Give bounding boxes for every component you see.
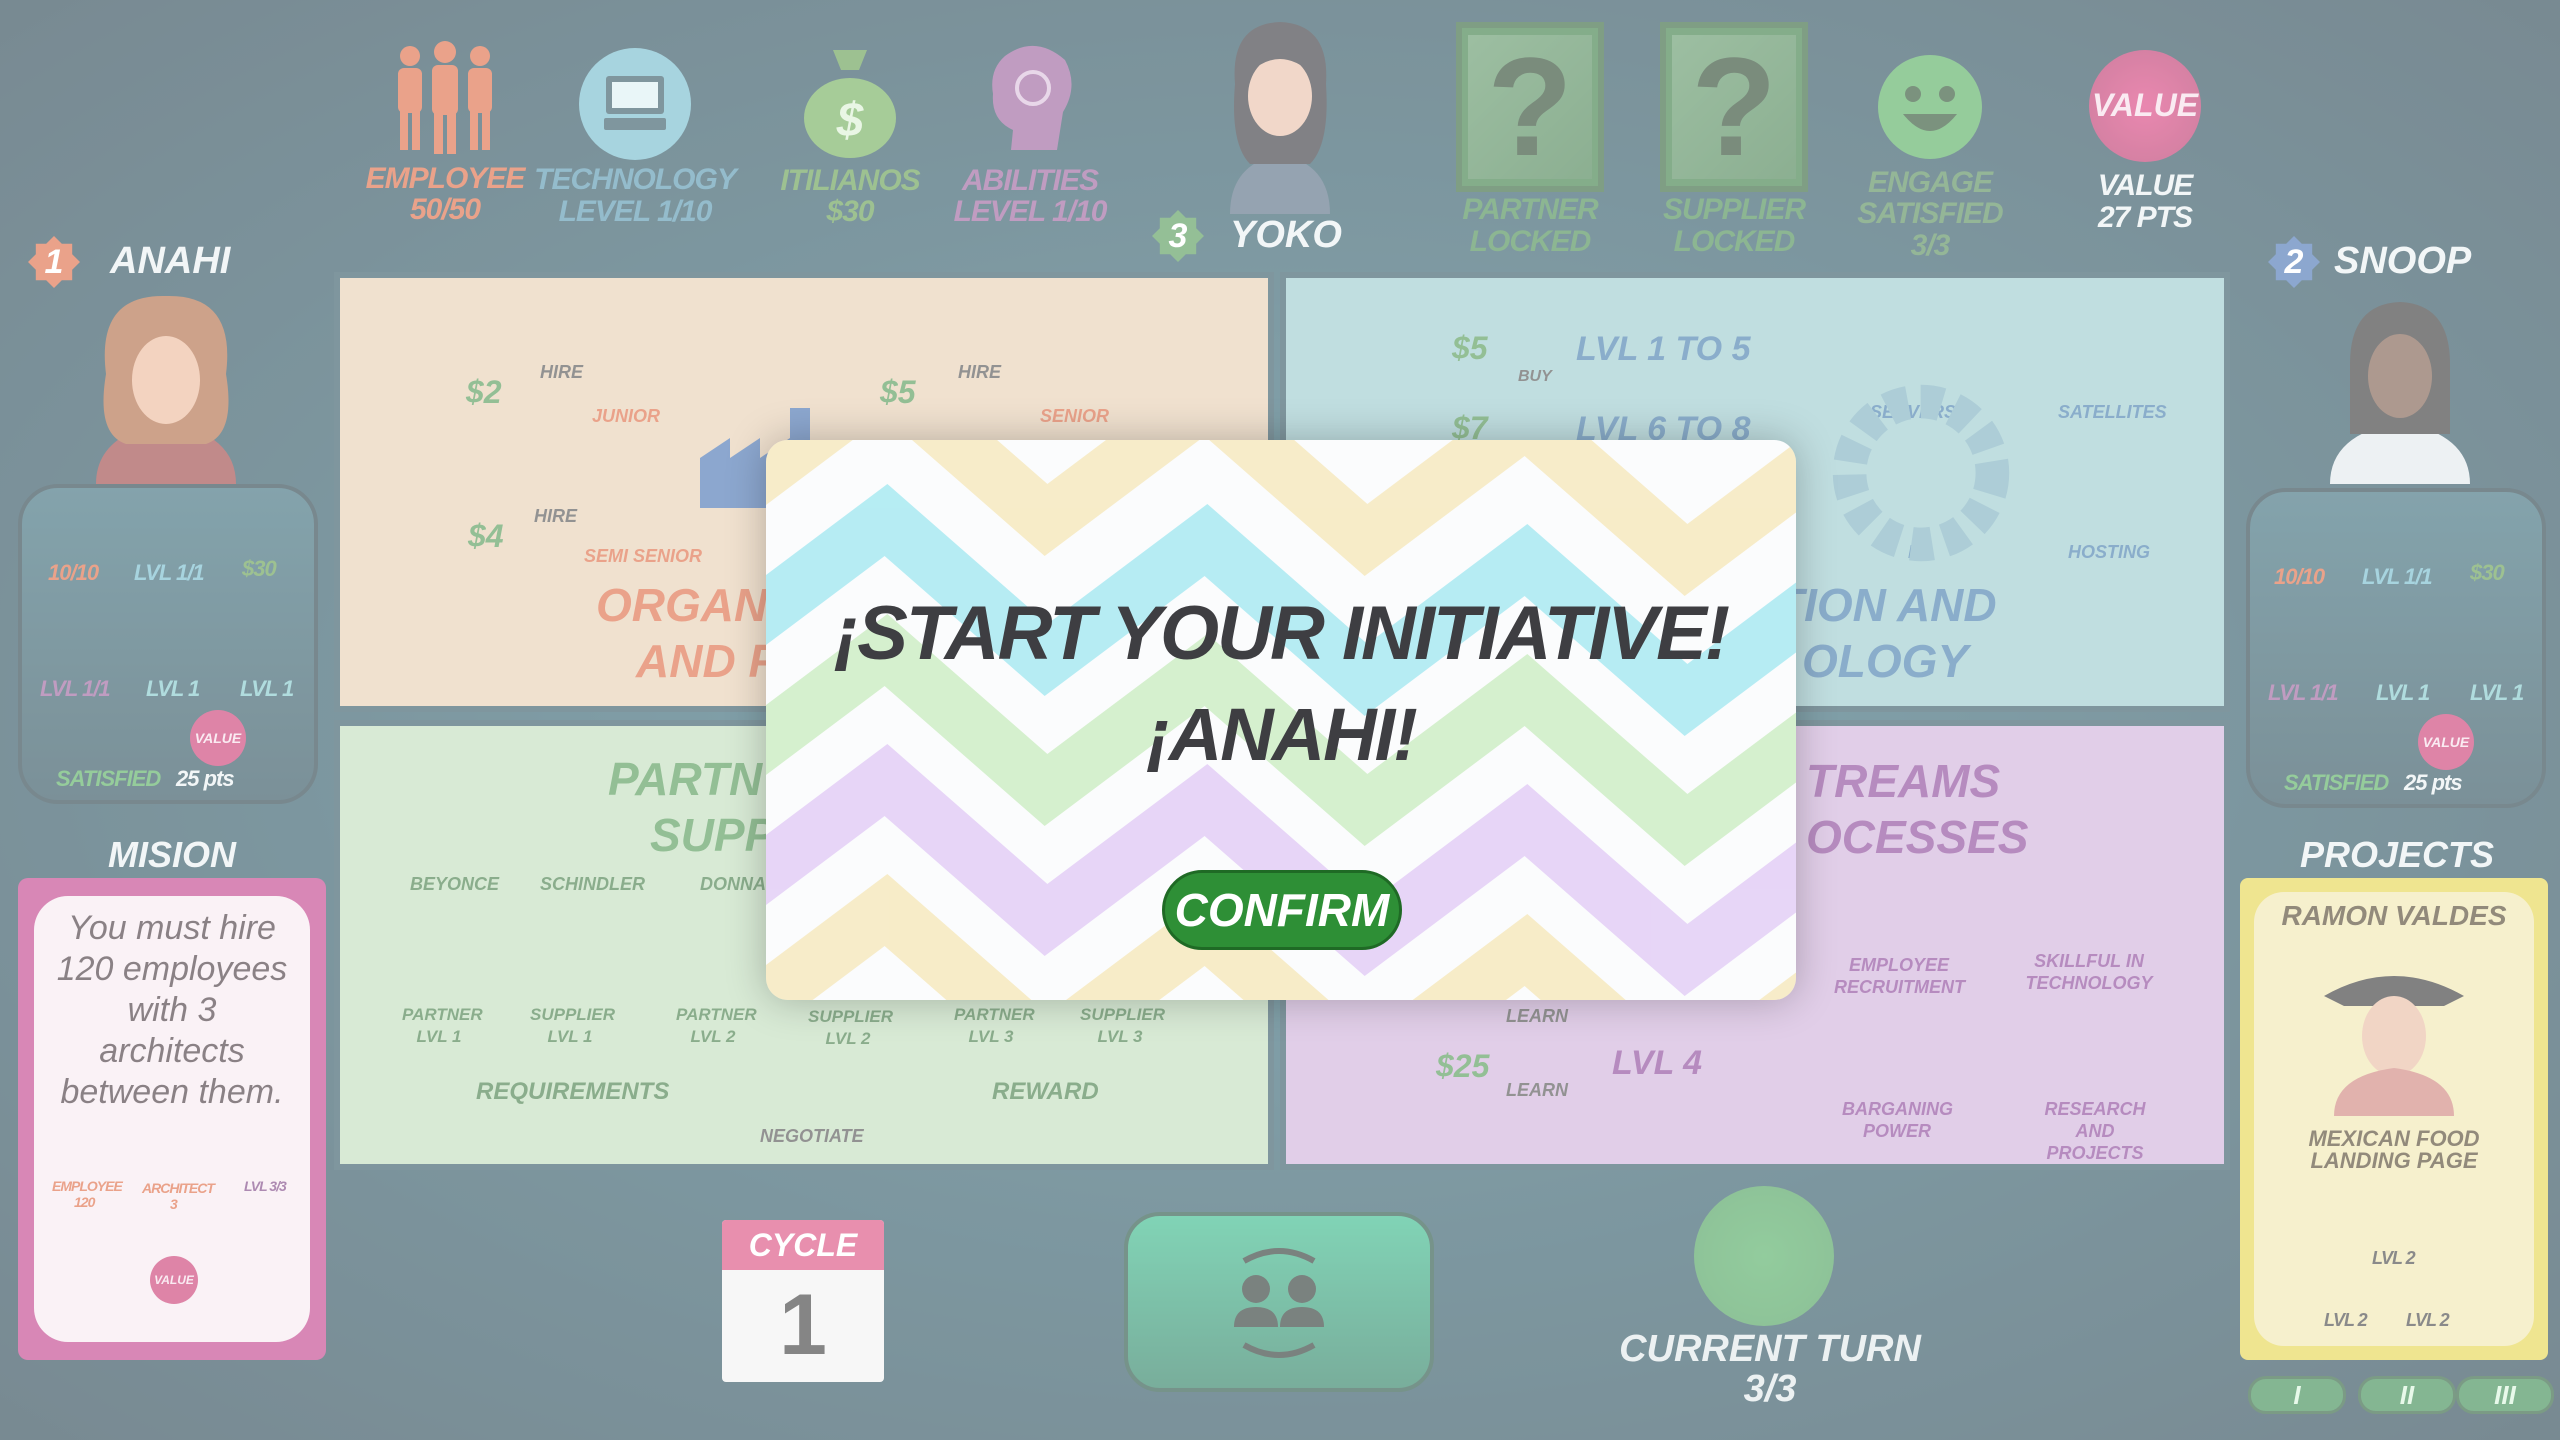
dialog-player-name: ¡ANAHI! — [1146, 693, 1418, 776]
dialog-title: ¡START YOUR INITIATIVE! — [833, 591, 1730, 676]
start-initiative-dialog: ¡START YOUR INITIATIVE! ¡ANAHI! CONFIRM — [766, 440, 1796, 1000]
confirm-button[interactable]: CONFIRM — [1162, 870, 1402, 950]
